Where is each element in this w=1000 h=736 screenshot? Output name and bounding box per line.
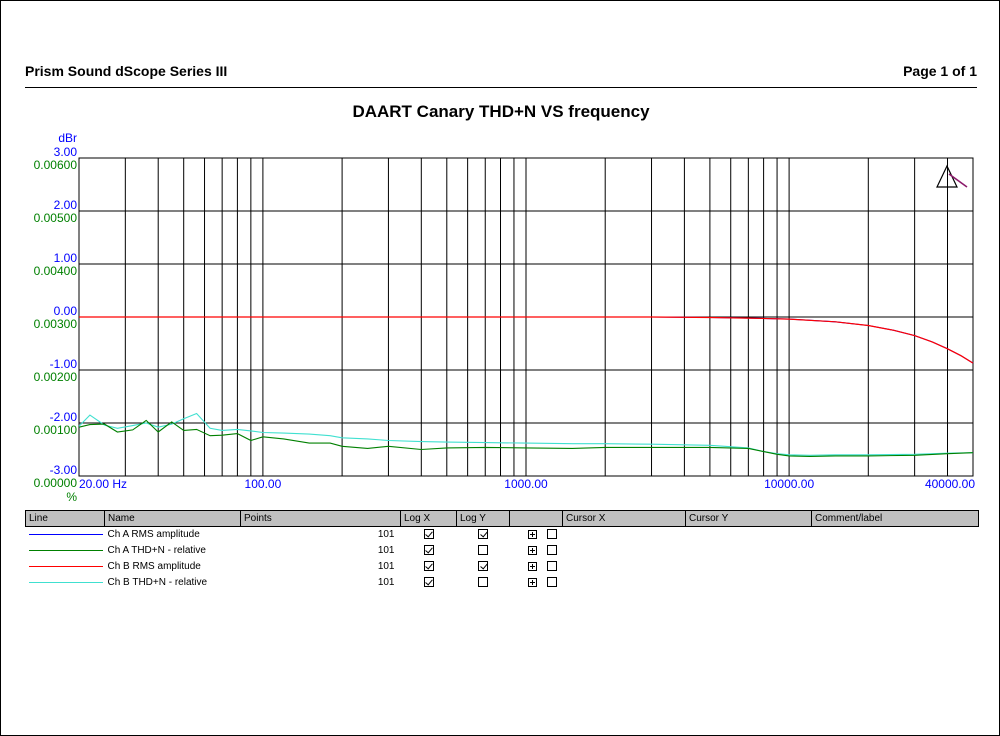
- trace-points: 101: [377, 545, 395, 556]
- expand-plus-icon[interactable]: [527, 577, 537, 587]
- legend-row: Ch A RMS amplitude 101: [26, 527, 979, 544]
- legend-column-header: Comment/label: [811, 510, 979, 527]
- cursor-x-cell: [563, 559, 686, 575]
- log-x-checkbox[interactable]: [423, 561, 434, 572]
- y-unit-percent: %: [66, 490, 77, 504]
- cursor-x-cell: [563, 543, 686, 559]
- y-tick-label-percent: 0.00200: [34, 370, 78, 384]
- cursor-checkbox[interactable]: [546, 577, 557, 588]
- comment-label-cell: [812, 543, 979, 559]
- legend-column-header: Log Y: [456, 510, 510, 527]
- cursor-y-cell: [686, 543, 812, 559]
- y-tick-label-percent: 0.00000: [34, 476, 78, 490]
- log-x-checkbox[interactable]: [423, 545, 434, 556]
- y-tick-label-dbr: -3.00: [50, 463, 78, 477]
- trace-points: 101: [377, 561, 395, 572]
- x-tick-label: 100.00: [245, 477, 282, 491]
- log-y-checkbox[interactable]: [478, 561, 488, 572]
- log-x-checkbox[interactable]: [423, 577, 434, 588]
- log-x-checkbox[interactable]: [423, 529, 434, 540]
- log-y-checkbox[interactable]: [478, 577, 488, 588]
- y-tick-label-percent: 0.00600: [34, 158, 78, 172]
- y-tick-label-dbr: -1.00: [50, 357, 78, 371]
- log-y-checkbox[interactable]: [478, 529, 488, 540]
- trace-color-swatch: [26, 527, 105, 544]
- y-tick-label-dbr: -2.00: [50, 410, 78, 424]
- x-tick-label: 20.00 Hz: [79, 477, 127, 491]
- trace-name: Ch A RMS amplitude: [107, 529, 200, 540]
- report-page: Prism Sound dScope Series III Page 1 of …: [0, 0, 1000, 736]
- y-tick-label-dbr: 0.00: [54, 304, 78, 318]
- y-tick-label-percent: 0.00400: [34, 264, 78, 278]
- cursor-y-cell: [686, 527, 812, 544]
- trace-color-swatch: [26, 559, 105, 575]
- legend-column-header: Line: [25, 510, 105, 527]
- legend-header-row: Line Name Points Log X Log Y Cursor X Cursor Y…: [25, 510, 979, 527]
- legend-column-header: Points: [240, 510, 401, 527]
- expand-plus-icon[interactable]: [527, 545, 537, 555]
- y-tick-label-dbr: 3.00: [54, 145, 78, 159]
- y-unit-dbr: dBr: [58, 131, 77, 145]
- legend-column-header: Name: [104, 510, 241, 527]
- x-tick-label: 1000.00: [504, 477, 548, 491]
- cursor-checkbox[interactable]: [546, 529, 557, 540]
- cursor-checkbox[interactable]: [546, 561, 557, 572]
- comment-label-cell: [812, 527, 979, 544]
- x-tick-label: 10000.00: [764, 477, 814, 491]
- chart-plot: 3.00 2.00 1.00 0.00 -1.00 -2.00 -3.00 0.00600 0.…: [34, 131, 976, 504]
- y-tick-label-dbr: 1.00: [54, 251, 78, 265]
- legend-row: Ch A THD+N - relative 101: [26, 543, 979, 559]
- cursor-checkbox[interactable]: [546, 545, 557, 556]
- trace-name: Ch B RMS amplitude: [107, 561, 201, 572]
- trace-points: 101: [377, 577, 395, 588]
- comment-label-cell: [812, 559, 979, 575]
- expand-plus-icon[interactable]: [527, 529, 537, 539]
- legend-column-header: Cursor X: [562, 510, 686, 527]
- cursor-x-cell: [563, 527, 686, 544]
- trace-color-swatch: [26, 575, 105, 591]
- y-tick-label-percent: 0.00100: [34, 423, 78, 437]
- trace-color-swatch: [26, 543, 105, 559]
- legend-row: Ch B THD+N - relative 101: [26, 575, 979, 591]
- cursor-y-cell: [686, 575, 812, 591]
- expand-plus-icon[interactable]: [527, 561, 537, 571]
- trace-points: 101: [377, 529, 395, 540]
- legend-column-header: Cursor Y: [685, 510, 812, 527]
- y-tick-label-percent: 0.00300: [34, 317, 78, 331]
- trace-name: Ch B THD+N - relative: [107, 577, 208, 588]
- trace-name: Ch A THD+N - relative: [107, 545, 206, 556]
- legend-row: Ch B RMS amplitude 101: [26, 559, 979, 575]
- legend-column-header: Log X: [400, 510, 457, 527]
- cursor-y-cell: [686, 559, 812, 575]
- y-tick-label-percent: 0.00500: [34, 211, 78, 225]
- trace-legend-table: Line Name Points Log X Log Y Cursor X Cursor Y…: [25, 510, 979, 591]
- y-tick-label-dbr: 2.00: [54, 198, 78, 212]
- log-y-checkbox[interactable]: [478, 545, 488, 556]
- comment-label-cell: [812, 575, 979, 591]
- x-tick-label: 40000.00: [925, 477, 975, 491]
- legend-column-header: [509, 510, 563, 527]
- cursor-x-cell: [563, 575, 686, 591]
